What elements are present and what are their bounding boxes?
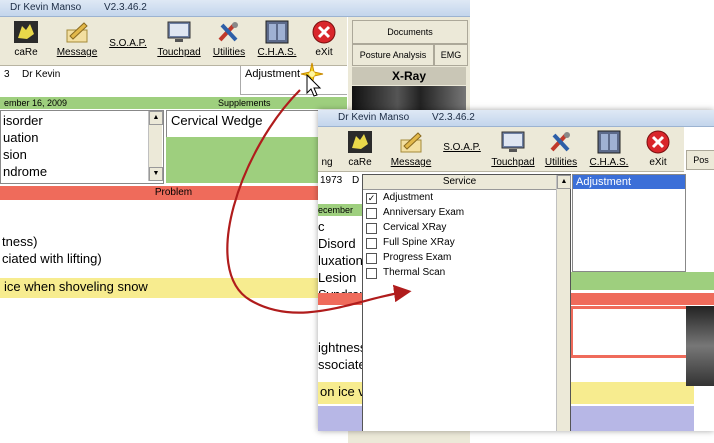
annotation-arrow-icon xyxy=(226,89,412,314)
